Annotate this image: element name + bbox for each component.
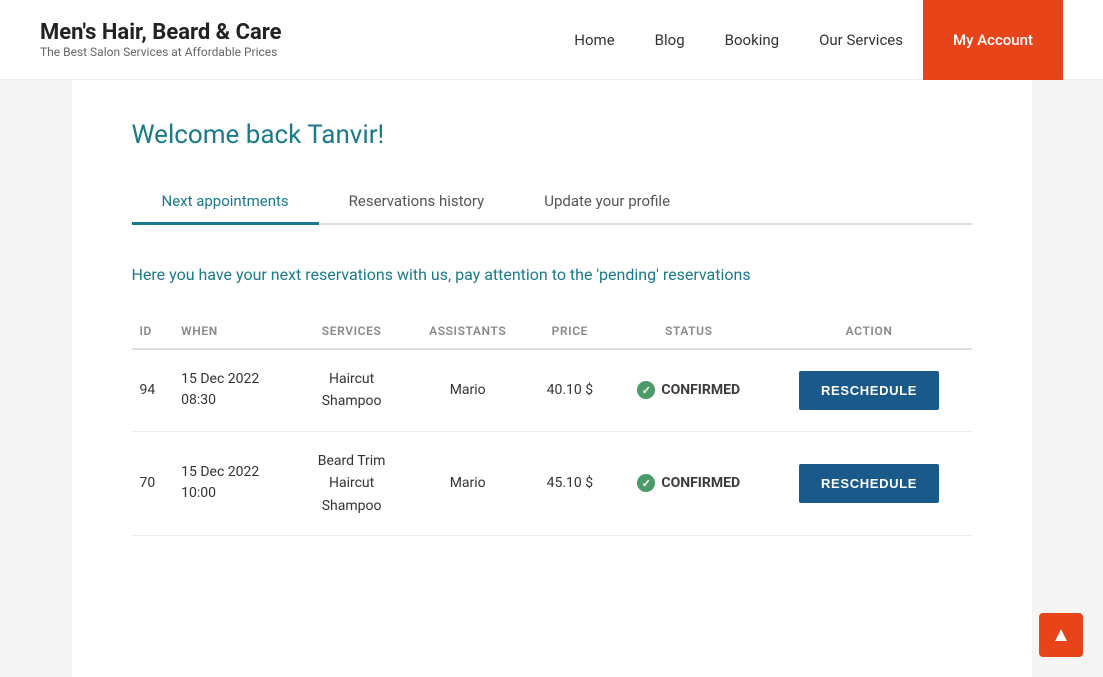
nav-item-blog[interactable]: Blog (635, 0, 705, 80)
nav-item-booking[interactable]: Booking (705, 0, 799, 80)
main-nav: Home Blog Booking Our Services My Accoun… (554, 0, 1063, 79)
col-header-services: SERVICES (297, 314, 407, 349)
scroll-to-top-button[interactable]: ▲ (1039, 613, 1083, 657)
nav-item-our-services[interactable]: Our Services (799, 0, 923, 80)
header: Men's Hair, Beard & Care The Best Salon … (0, 0, 1103, 80)
cell-id-1: 70 (132, 431, 174, 535)
cell-services-1: Beard TrimHaircutShampoo (297, 431, 407, 535)
welcome-title: Welcome back Tanvir! (132, 120, 972, 150)
reservations-table: ID WHEN SERVICES ASSISTANTS PRICE STATUS… (132, 314, 972, 536)
cell-services-0: HaircutShampoo (297, 349, 407, 431)
reschedule-button-1[interactable]: RESCHEDULE (799, 464, 939, 503)
status-label-0: CONFIRMED (661, 382, 740, 398)
col-header-when: WHEN (173, 314, 296, 349)
cell-assistants-0: Mario (407, 349, 529, 431)
brand-name: Men's Hair, Beard & Care (40, 20, 282, 45)
col-header-assistants: ASSISTANTS (407, 314, 529, 349)
col-header-price: PRICE (529, 314, 611, 349)
table-header-row: ID WHEN SERVICES ASSISTANTS PRICE STATUS… (132, 314, 972, 349)
brand-logo: Men's Hair, Beard & Care The Best Salon … (40, 20, 282, 59)
table-row: 94 15 Dec 202208:30 HaircutShampoo Mario… (132, 349, 972, 431)
info-text: Here you have your next reservations wit… (132, 265, 972, 284)
col-header-id: ID (132, 314, 174, 349)
tab-reservations-history[interactable]: Reservations history (319, 180, 515, 225)
cell-action-0: RESCHEDULE (767, 349, 972, 431)
tab-next-appointments[interactable]: Next appointments (132, 180, 319, 225)
check-icon-0: ✓ (637, 381, 655, 399)
cell-action-1: RESCHEDULE (767, 431, 972, 535)
table-row: 70 15 Dec 202210:00 Beard TrimHaircutSha… (132, 431, 972, 535)
status-label-1: CONFIRMED (661, 475, 740, 491)
reschedule-button-0[interactable]: RESCHEDULE (799, 371, 939, 410)
main-content: Welcome back Tanvir! Next appointments R… (72, 80, 1032, 677)
cell-id-0: 94 (132, 349, 174, 431)
check-icon-1: ✓ (637, 474, 655, 492)
cell-when-1: 15 Dec 202210:00 (173, 431, 296, 535)
cell-price-1: 45.10 $ (529, 431, 611, 535)
cell-when-0: 15 Dec 202208:30 (173, 349, 296, 431)
cell-assistants-1: Mario (407, 431, 529, 535)
cell-status-1: ✓ CONFIRMED (611, 431, 767, 535)
nav-item-home[interactable]: Home (554, 0, 634, 80)
nav-item-my-account[interactable]: My Account (923, 0, 1063, 80)
tab-update-profile[interactable]: Update your profile (514, 180, 700, 225)
tabs-container: Next appointments Reservations history U… (132, 180, 972, 225)
col-header-status: STATUS (611, 314, 767, 349)
cell-price-0: 40.10 $ (529, 349, 611, 431)
col-header-action: ACTION (767, 314, 972, 349)
brand-tagline: The Best Salon Services at Affordable Pr… (40, 45, 282, 59)
cell-status-0: ✓ CONFIRMED (611, 349, 767, 431)
